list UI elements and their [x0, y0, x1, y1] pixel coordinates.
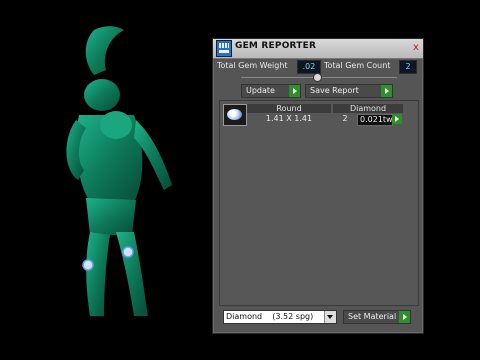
set-material-button[interactable]: Set Material: [343, 310, 411, 324]
save-report-button[interactable]: Save Report: [305, 84, 393, 98]
panel-title: GEM REPORTER: [235, 41, 317, 51]
total-gem-count-value: 2: [399, 60, 417, 74]
gem-weight-cell: 0.021tw: [357, 114, 393, 126]
column-header-material: Diamond: [333, 104, 403, 113]
go-arrow-icon[interactable]: [392, 114, 402, 124]
close-icon[interactable]: x: [411, 43, 421, 53]
panel-slider-handle[interactable]: [313, 73, 322, 82]
total-gem-weight-value: .02: [297, 60, 321, 74]
gem-list[interactable]: Round Diamond 1.41 X 1.41 2 0.021tw: [219, 100, 419, 306]
material-select[interactable]: Diamond (3.52 spg): [223, 310, 337, 324]
set-material-button-label: Set Material: [348, 312, 397, 321]
column-header-shape: Round: [247, 104, 331, 113]
chevron-down-icon[interactable]: [324, 311, 336, 323]
go-arrow-icon: [399, 311, 410, 323]
green-character-model[interactable]: [54, 20, 194, 330]
panel-titlebar[interactable]: GEM REPORTER x: [213, 39, 423, 59]
go-arrow-icon: [381, 85, 392, 97]
material-select-value: Diamond (3.52 spg): [226, 312, 314, 321]
total-gem-count-label: Total Gem Count: [324, 61, 391, 70]
round-gem-thumbnail-icon[interactable]: [223, 104, 247, 126]
gem-reporter-logo-icon: [216, 40, 232, 57]
gem-reporter-panel: GEM REPORTER x Total Gem Weight .02 Tota…: [212, 38, 424, 334]
gem-count-cell: 2: [342, 114, 348, 123]
gem-size-cell: 1.41 X 1.41: [265, 114, 313, 123]
go-arrow-icon: [289, 85, 300, 97]
update-button-label: Update: [246, 86, 275, 95]
save-report-button-label: Save Report: [310, 86, 359, 95]
update-button[interactable]: Update: [241, 84, 301, 98]
total-gem-weight-label: Total Gem Weight: [217, 61, 288, 70]
